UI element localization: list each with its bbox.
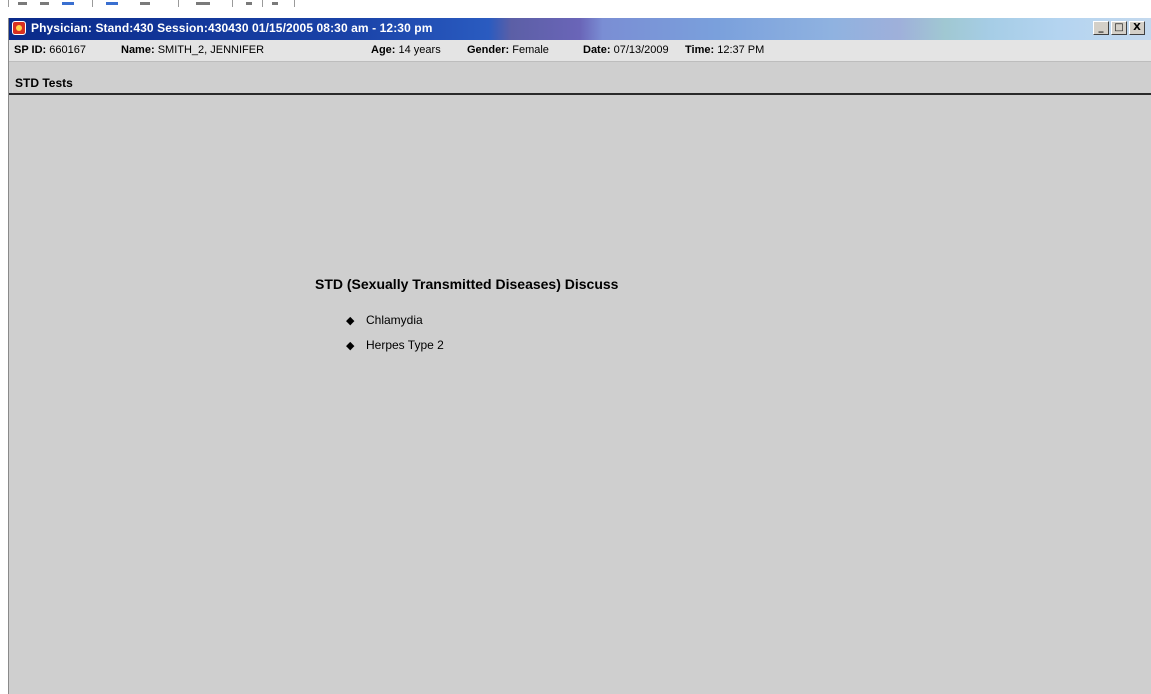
date-label: Date: xyxy=(583,44,611,56)
age-value: 14 years xyxy=(398,44,441,56)
exam-date: Date: 07/13/2009 xyxy=(583,44,669,56)
toolbar-button[interactable] xyxy=(272,2,278,5)
std-topic-list: ◆ Chlamydia ◆ Herpes Type 2 xyxy=(346,313,444,363)
patient-age: Age: 14 years xyxy=(371,44,441,56)
toolbar-strip xyxy=(0,0,1151,18)
gender-value: Female xyxy=(512,44,549,56)
toolbar-button[interactable] xyxy=(18,2,27,5)
toolbar-button[interactable] xyxy=(246,2,252,5)
toolbar-button[interactable] xyxy=(106,2,118,5)
std-heading: STD (Sexually Transmitted Diseases) Disc… xyxy=(315,276,619,292)
time-label: Time: xyxy=(685,44,715,56)
date-value: 07/13/2009 xyxy=(613,44,669,56)
age-label: Age: xyxy=(371,44,396,56)
sp-id-value: 660167 xyxy=(49,44,86,56)
section-header: STD Tests xyxy=(9,73,1151,93)
toolbar-button[interactable] xyxy=(62,2,74,5)
window-title: Physician: Stand:430 Session:430430 01/1… xyxy=(31,21,433,35)
sp-id-label: SP ID: xyxy=(14,44,47,56)
window-controls: _ □ X xyxy=(1093,21,1145,35)
toolbar-separator xyxy=(294,0,295,7)
toolbar-button[interactable] xyxy=(196,2,210,5)
list-item-label: Chlamydia xyxy=(366,313,423,327)
toolbar-separator xyxy=(92,0,93,7)
time-value: 12:37 PM xyxy=(717,44,765,56)
toolbar-separator xyxy=(232,0,233,7)
patient-info-bar: SP ID: 660167 Name: SMITH_2, JENNIFER Ag… xyxy=(9,40,1151,62)
toolbar-button[interactable] xyxy=(140,2,150,5)
section-divider xyxy=(9,93,1151,95)
diamond-bullet-icon: ◆ xyxy=(346,315,355,327)
name-label: Name: xyxy=(121,44,155,56)
toolbar-button[interactable] xyxy=(40,2,49,5)
app-icon[interactable] xyxy=(12,21,26,35)
window-title-bar[interactable]: Physician: Stand:430 Session:430430 01/1… xyxy=(9,18,1151,40)
close-button[interactable]: X xyxy=(1129,21,1145,35)
list-item: ◆ Chlamydia xyxy=(346,313,444,338)
toolbar-separator xyxy=(178,0,179,7)
diamond-bullet-icon: ◆ xyxy=(346,340,355,352)
physician-window: Physician: Stand:430 Session:430430 01/1… xyxy=(8,18,1151,694)
minimize-button[interactable]: _ xyxy=(1093,21,1109,35)
patient-gender: Gender: Female xyxy=(467,44,549,56)
list-item-label: Herpes Type 2 xyxy=(366,338,444,352)
list-item: ◆ Herpes Type 2 xyxy=(346,338,444,363)
toolbar-separator xyxy=(8,0,9,7)
toolbar-separator xyxy=(262,0,263,7)
patient-name: Name: SMITH_2, JENNIFER xyxy=(121,44,264,56)
section-title: STD Tests xyxy=(15,76,73,90)
maximize-button[interactable]: □ xyxy=(1111,21,1127,35)
name-value: SMITH_2, JENNIFER xyxy=(157,44,265,56)
exam-time: Time: 12:37 PM xyxy=(685,44,764,56)
gender-label: Gender: xyxy=(467,44,510,56)
sp-id: SP ID: 660167 xyxy=(14,44,86,56)
